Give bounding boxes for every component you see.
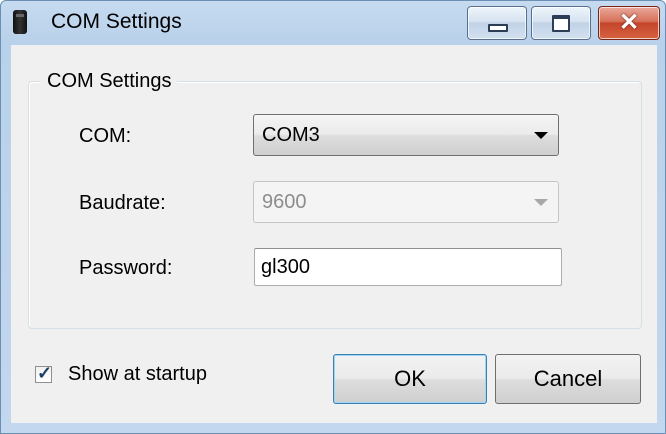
dialog-client-area: COM Settings COM: COM3 Baudrate: 9600 Pa… [11,45,657,423]
password-field[interactable]: gl300 [254,248,562,286]
dialog-window: COM Settings ✕ COM Settings COM: COM3 Ba… [0,0,666,434]
minimize-button[interactable] [467,6,527,40]
baudrate-select-value: 9600 [262,191,307,213]
baudrate-label: Baudrate: [79,192,166,214]
com-select[interactable]: COM3 [253,114,559,156]
show-at-startup-label[interactable]: Show at startup [68,363,207,386]
close-icon: ✕ [618,9,640,36]
password-value: gl300 [261,256,310,278]
title-bar[interactable]: COM Settings ✕ [1,1,665,45]
group-title: COM Settings [41,70,178,93]
maximize-button[interactable] [531,6,591,40]
cancel-button[interactable]: Cancel [495,354,641,404]
com-select-value: COM3 [262,124,320,146]
show-at-startup-checkbox[interactable]: ✓ [35,363,53,383]
ok-button[interactable]: OK [333,354,487,404]
app-icon [13,10,27,34]
com-label: COM: [79,125,132,147]
close-button[interactable]: ✕ [598,6,660,40]
minimize-icon [488,24,508,32]
dropdown-arrow-icon [534,199,548,206]
dropdown-arrow-icon [534,132,548,139]
baudrate-select: 9600 [253,181,559,223]
window-title: COM Settings [51,10,182,33]
checkmark-icon: ✓ [36,363,53,383]
password-label: Password: [79,257,173,279]
maximize-icon [552,15,570,32]
